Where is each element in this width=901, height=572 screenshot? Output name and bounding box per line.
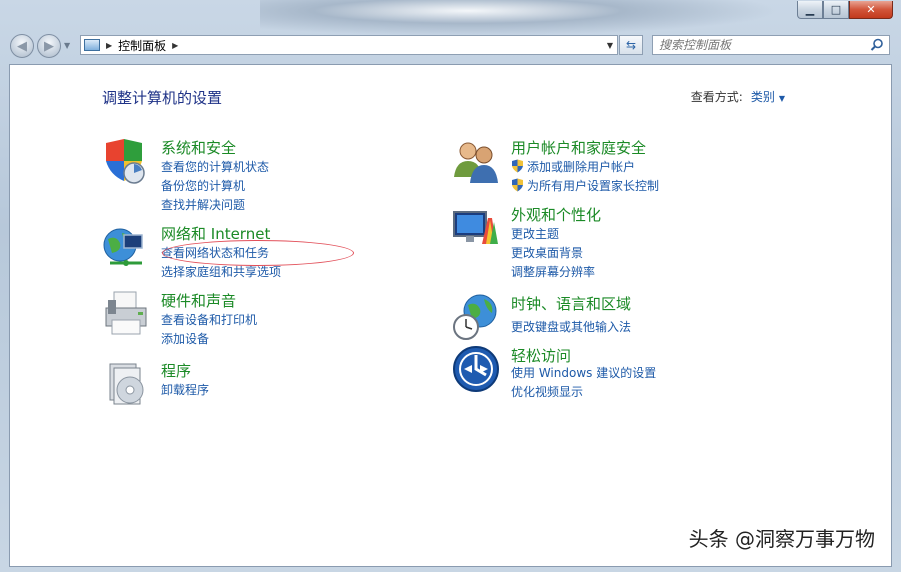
search-icon[interactable] (870, 38, 884, 55)
view-by-dropdown[interactable]: 类别 (751, 90, 775, 104)
link-parental-controls[interactable]: 为所有用户设置家长控制 (511, 177, 659, 194)
link-desktop-background[interactable]: 更改桌面背景 (511, 244, 583, 261)
category-title[interactable]: 用户帐户和家庭安全 (511, 137, 646, 158)
watermark: 头条 @洞察万事万物 (688, 527, 875, 551)
ease-of-access-icon[interactable] (452, 345, 500, 393)
content-pane: 调整计算机的设置 查看方式: 类别 ▼ 系统和安全 查看您的计算机状态 备份您的计算… (9, 64, 892, 567)
refresh-button[interactable]: ⇆ (619, 35, 643, 55)
link-optimize-display[interactable]: 优化视频显示 (511, 383, 583, 400)
forward-arrow-icon: ▶ (44, 38, 54, 54)
search-box[interactable] (652, 35, 890, 55)
category-title[interactable]: 系统和安全 (161, 137, 236, 158)
control-panel-icon (84, 39, 100, 51)
forward-button[interactable]: ▶ (37, 34, 61, 58)
breadcrumb-control-panel[interactable]: 控制面板 (118, 37, 166, 54)
view-by: 查看方式: 类别 ▼ (691, 88, 785, 105)
link-troubleshoot[interactable]: 查找并解决问题 (161, 196, 245, 213)
uac-shield-icon (511, 178, 524, 195)
category-clock-language-region: 时钟、语言和区域 更改键盘或其他输入法 (452, 293, 772, 343)
back-button[interactable]: ◀ (10, 34, 34, 58)
search-input[interactable] (659, 38, 859, 52)
category-user-accounts: 用户帐户和家庭安全 添加或删除用户帐户 为所有用户设置家长控制 (452, 137, 772, 197)
maximize-button[interactable]: □ (823, 1, 849, 19)
programs-icon[interactable] (102, 360, 150, 408)
link-view-computer-status[interactable]: 查看您的计算机状态 (161, 158, 269, 175)
printer-icon[interactable] (102, 290, 150, 338)
category-system-security: 系统和安全 查看您的计算机状态 备份您的计算机 查找并解决问题 (102, 137, 402, 217)
link-uninstall-program[interactable]: 卸载程序 (161, 381, 209, 398)
breadcrumb-separator-icon[interactable]: ▶ (106, 41, 112, 50)
link-windows-recommended-settings[interactable]: 使用 Windows 建议的设置 (511, 364, 656, 381)
appearance-icon[interactable] (452, 204, 500, 252)
category-hardware-sound: 硬件和声音 查看设备和打印机 添加设备 (102, 290, 402, 350)
chevron-down-icon[interactable]: ▼ (779, 94, 785, 103)
category-title[interactable]: 轻松访问 (511, 345, 571, 366)
category-title[interactable]: 时钟、语言和区域 (511, 293, 631, 314)
page-title: 调整计算机的设置 (102, 89, 223, 107)
network-icon[interactable] (102, 223, 150, 271)
category-title[interactable]: 程序 (161, 360, 191, 381)
annotation-oval (162, 240, 354, 266)
breadcrumb-separator-icon[interactable]: ▶ (172, 41, 178, 50)
shield-icon[interactable] (102, 137, 150, 185)
uac-shield-icon (511, 159, 524, 176)
link-backup-computer[interactable]: 备份您的计算机 (161, 177, 245, 194)
address-dropdown-icon[interactable]: ▼ (607, 41, 613, 50)
link-change-theme[interactable]: 更改主题 (511, 225, 559, 242)
titlebar-background (260, 0, 780, 36)
category-appearance: 外观和个性化 更改主题 更改桌面背景 调整屏幕分辨率 (452, 204, 772, 284)
view-by-label: 查看方式: (690, 90, 743, 104)
link-label: 为所有用户设置家长控制 (527, 179, 660, 193)
category-programs: 程序 卸载程序 (102, 360, 402, 410)
link-label: 添加或删除用户帐户 (527, 160, 636, 174)
link-add-remove-accounts[interactable]: 添加或删除用户帐户 (511, 158, 635, 175)
recent-pages-dropdown[interactable]: ▼ (64, 41, 70, 50)
refresh-icon: ⇆ (625, 38, 637, 52)
link-screen-resolution[interactable]: 调整屏幕分辨率 (511, 263, 595, 280)
link-devices-printers[interactable]: 查看设备和打印机 (161, 311, 257, 328)
address-bar[interactable]: ▶ 控制面板 ▶ ▼ (80, 35, 618, 55)
category-ease-of-access: 轻松访问 使用 Windows 建议的设置 优化视频显示 (452, 345, 772, 405)
caption-buttons: ▁ □ ✕ (797, 1, 893, 19)
category-title[interactable]: 外观和个性化 (511, 204, 601, 225)
close-button[interactable]: ✕ (849, 1, 893, 19)
minimize-button[interactable]: ▁ (797, 1, 823, 19)
clock-globe-icon[interactable] (452, 293, 500, 341)
back-arrow-icon: ◀ (17, 38, 27, 54)
link-add-device[interactable]: 添加设备 (161, 330, 209, 347)
link-change-input-method[interactable]: 更改键盘或其他输入法 (511, 318, 631, 335)
users-icon[interactable] (452, 137, 500, 185)
category-title[interactable]: 硬件和声音 (161, 290, 236, 311)
